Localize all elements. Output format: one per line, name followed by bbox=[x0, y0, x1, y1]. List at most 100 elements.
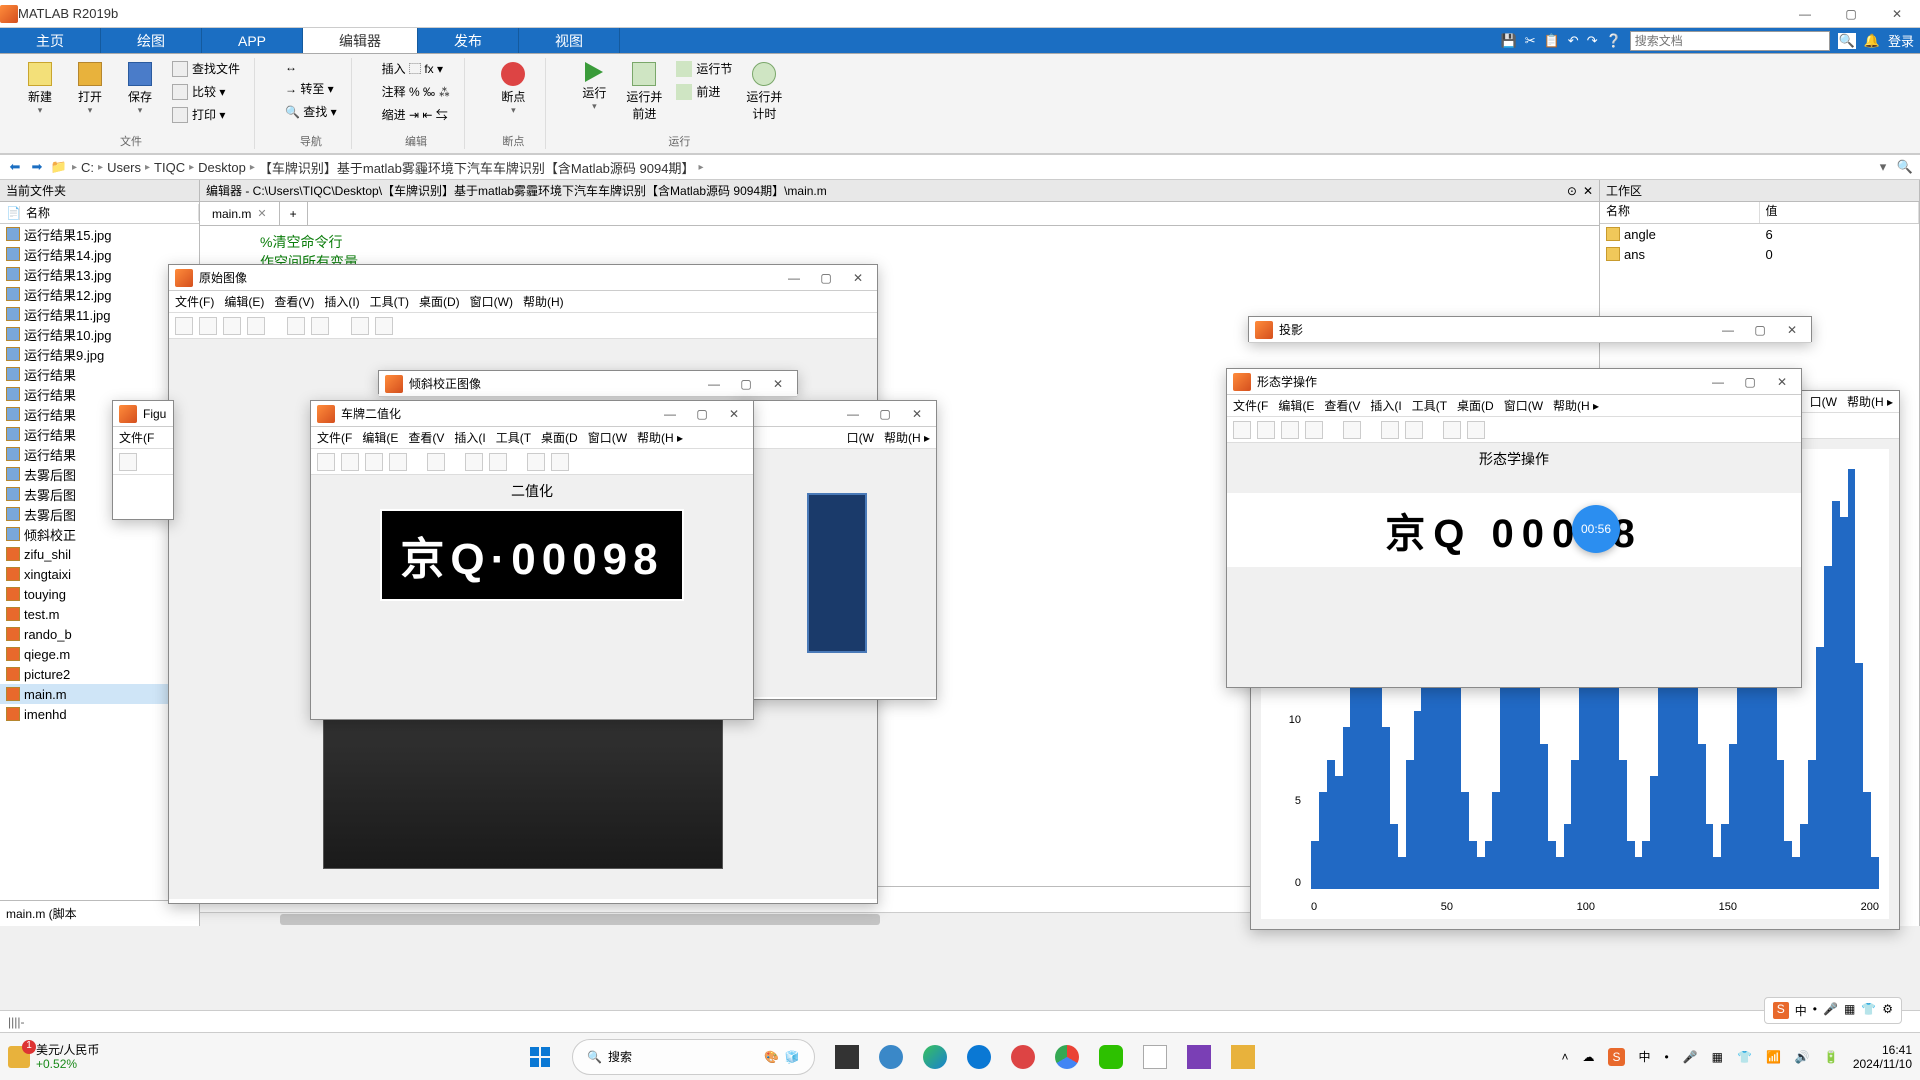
search-folder-icon[interactable]: 🔍 bbox=[1896, 158, 1914, 176]
workspace-var[interactable]: angle6 bbox=[1600, 224, 1919, 244]
open-icon[interactable] bbox=[199, 317, 217, 335]
figure-maximize-button[interactable]: ▢ bbox=[1747, 320, 1773, 340]
currency-icon[interactable]: 1 bbox=[8, 1046, 30, 1068]
tab-editor[interactable]: 编辑器 bbox=[303, 28, 418, 53]
app-tray-icon[interactable]: ▦ bbox=[1712, 1050, 1723, 1064]
nav-back-fwd[interactable]: ↔ bbox=[281, 58, 341, 76]
wifi-icon[interactable]: 📶 bbox=[1766, 1050, 1781, 1064]
figure-minimize-button[interactable]: — bbox=[657, 404, 683, 424]
comment-button[interactable]: 注释 % ‰ ⁂ bbox=[378, 81, 455, 102]
ws-col-name[interactable]: 名称 bbox=[1600, 202, 1760, 223]
ws-col-value[interactable]: 值 bbox=[1760, 202, 1920, 223]
save-icon[interactable] bbox=[223, 317, 241, 335]
figure-generic[interactable]: Figu 文件(F bbox=[112, 400, 174, 520]
save-icon[interactable] bbox=[1281, 421, 1299, 439]
open-button[interactable]: 打开▾ bbox=[68, 58, 112, 120]
figure-close-button[interactable]: ✕ bbox=[845, 268, 871, 288]
cursor-icon[interactable] bbox=[1443, 421, 1461, 439]
figure-minimize-button[interactable]: — bbox=[840, 404, 866, 424]
pan-icon[interactable] bbox=[1405, 421, 1423, 439]
find-files-button[interactable]: 查找文件 bbox=[168, 58, 244, 79]
menu-item[interactable]: 桌面(D bbox=[541, 429, 578, 446]
save-icon[interactable]: 💾 bbox=[1501, 33, 1517, 49]
figure-maximize-button[interactable]: ▢ bbox=[689, 404, 715, 424]
figure-toolbar[interactable] bbox=[311, 449, 753, 475]
mic-icon[interactable]: 🎤 bbox=[1683, 1050, 1698, 1064]
figure-minimize-button[interactable]: — bbox=[1705, 372, 1731, 392]
menu-item[interactable]: 工具(T bbox=[1412, 397, 1447, 414]
menu-item[interactable]: 帮助(H) bbox=[523, 293, 564, 310]
figure-hidden[interactable]: — ▢ ✕ 口(W帮助(H ▸ bbox=[737, 400, 937, 700]
dropdown-icon[interactable]: ▾ bbox=[1874, 158, 1892, 176]
snip-icon[interactable] bbox=[1143, 1045, 1167, 1069]
search-icon[interactable]: 🔍 bbox=[1838, 33, 1856, 49]
sogou-icon[interactable]: S bbox=[1773, 1002, 1789, 1019]
editor-tab-main[interactable]: main.m✕ bbox=[200, 202, 280, 225]
workspace-list[interactable]: angle6ans0 bbox=[1600, 224, 1919, 264]
window-minimize-button[interactable]: — bbox=[1782, 0, 1828, 28]
onedrive-icon[interactable]: ☁ bbox=[1582, 1050, 1594, 1064]
menu-item[interactable]: 帮助(H ▸ bbox=[1553, 397, 1599, 414]
timer-badge[interactable]: 00:56 bbox=[1572, 505, 1620, 553]
new-figure-icon[interactable] bbox=[175, 317, 193, 335]
pan-icon[interactable] bbox=[489, 453, 507, 471]
redo-icon[interactable]: ↷ bbox=[1587, 33, 1598, 49]
editor-settings-icon[interactable]: ⊙ bbox=[1567, 184, 1577, 198]
app1-icon[interactable] bbox=[1187, 1045, 1211, 1069]
menu-item[interactable]: 窗口(W bbox=[588, 429, 627, 446]
shirt-icon[interactable]: 👕 bbox=[1737, 1050, 1752, 1064]
edge-alt-icon[interactable] bbox=[967, 1045, 991, 1069]
figure-menu[interactable]: 文件(F编辑(E查看(V插入(I工具(T桌面(D窗口(W帮助(H ▸ bbox=[311, 427, 753, 449]
print-button[interactable]: 打印 ▾ bbox=[168, 104, 244, 125]
figure-skew[interactable]: 倾斜校正图像 — ▢ ✕ bbox=[378, 370, 798, 394]
figure-close-button[interactable]: ✕ bbox=[1779, 320, 1805, 340]
menu-item[interactable]: 查看(V bbox=[408, 429, 444, 446]
zoom-icon[interactable] bbox=[465, 453, 483, 471]
wechat-icon[interactable] bbox=[1099, 1045, 1123, 1069]
window-maximize-button[interactable]: ▢ bbox=[1828, 0, 1874, 28]
ime-toolbar[interactable]: S 中•🎤▦👕⚙ bbox=[1764, 997, 1902, 1024]
figure-maximize-button[interactable]: ▢ bbox=[733, 374, 759, 394]
figure-close-button[interactable]: ✕ bbox=[904, 404, 930, 424]
cut-icon[interactable]: ✂ bbox=[1525, 33, 1536, 49]
figure-minimize-button[interactable]: — bbox=[701, 374, 727, 394]
figure-close-button[interactable]: ✕ bbox=[721, 404, 747, 424]
zoom-icon[interactable] bbox=[287, 317, 305, 335]
save-icon[interactable] bbox=[365, 453, 383, 471]
figure-toolbar[interactable] bbox=[1227, 417, 1801, 443]
clock[interactable]: 16:41 2024/11/10 bbox=[1853, 1043, 1912, 1071]
window-close-button[interactable]: ✕ bbox=[1874, 0, 1920, 28]
tray-dot-icon[interactable]: • bbox=[1665, 1050, 1669, 1064]
menu-item[interactable]: 帮助(H ▸ bbox=[637, 429, 683, 446]
tab-publish[interactable]: 发布 bbox=[418, 28, 519, 53]
help-icon[interactable]: ❔ bbox=[1606, 33, 1622, 49]
inspect-icon[interactable] bbox=[551, 453, 569, 471]
menu-item[interactable]: 工具(T bbox=[496, 429, 531, 446]
figure-morphology[interactable]: 形态学操作 — ▢ ✕ 文件(F编辑(E查看(V插入(I工具(T桌面(D窗口(W… bbox=[1226, 368, 1802, 688]
undo-icon[interactable]: ↶ bbox=[1568, 33, 1579, 49]
menu-item[interactable]: 文件(F bbox=[1233, 397, 1268, 414]
menu-item[interactable]: 查看(V) bbox=[274, 293, 314, 310]
menu-item[interactable]: 窗口(W) bbox=[470, 293, 513, 310]
open-icon[interactable] bbox=[341, 453, 359, 471]
figure-maximize-button[interactable]: ▢ bbox=[872, 404, 898, 424]
matlab-taskbar-icon[interactable] bbox=[1275, 1045, 1299, 1069]
tab-view[interactable]: 视图 bbox=[519, 28, 620, 53]
run-button[interactable]: 运行▾ bbox=[572, 58, 616, 116]
dock-icon[interactable] bbox=[427, 453, 445, 471]
figure-maximize-button[interactable]: ▢ bbox=[1737, 372, 1763, 392]
run-time-button[interactable]: 运行并 计时 bbox=[742, 58, 786, 126]
figure-binary[interactable]: 车牌二值化 — ▢ ✕ 文件(F编辑(E查看(V插入(I工具(T桌面(D窗口(W… bbox=[310, 400, 754, 720]
menu-item[interactable]: 插入(I bbox=[454, 429, 485, 446]
edge-icon[interactable] bbox=[923, 1045, 947, 1069]
folder-up-icon[interactable]: 📁 bbox=[50, 158, 68, 176]
menu-item[interactable]: 查看(V bbox=[1324, 397, 1360, 414]
zoom-icon[interactable] bbox=[1381, 421, 1399, 439]
pan-icon[interactable] bbox=[311, 317, 329, 335]
figure-minimize-button[interactable]: — bbox=[1715, 320, 1741, 340]
address-bar[interactable]: ⬅ ➡ 📁 ▸ C:▸ Users▸ TIQC▸ Desktop▸ 【车牌识别】… bbox=[0, 154, 1920, 180]
close-tab-icon[interactable]: ✕ bbox=[257, 202, 266, 226]
menu-item[interactable]: 桌面(D bbox=[1457, 397, 1494, 414]
run-section-button[interactable]: 运行节 bbox=[672, 58, 736, 79]
save-button[interactable]: 保存▾ bbox=[118, 58, 162, 120]
